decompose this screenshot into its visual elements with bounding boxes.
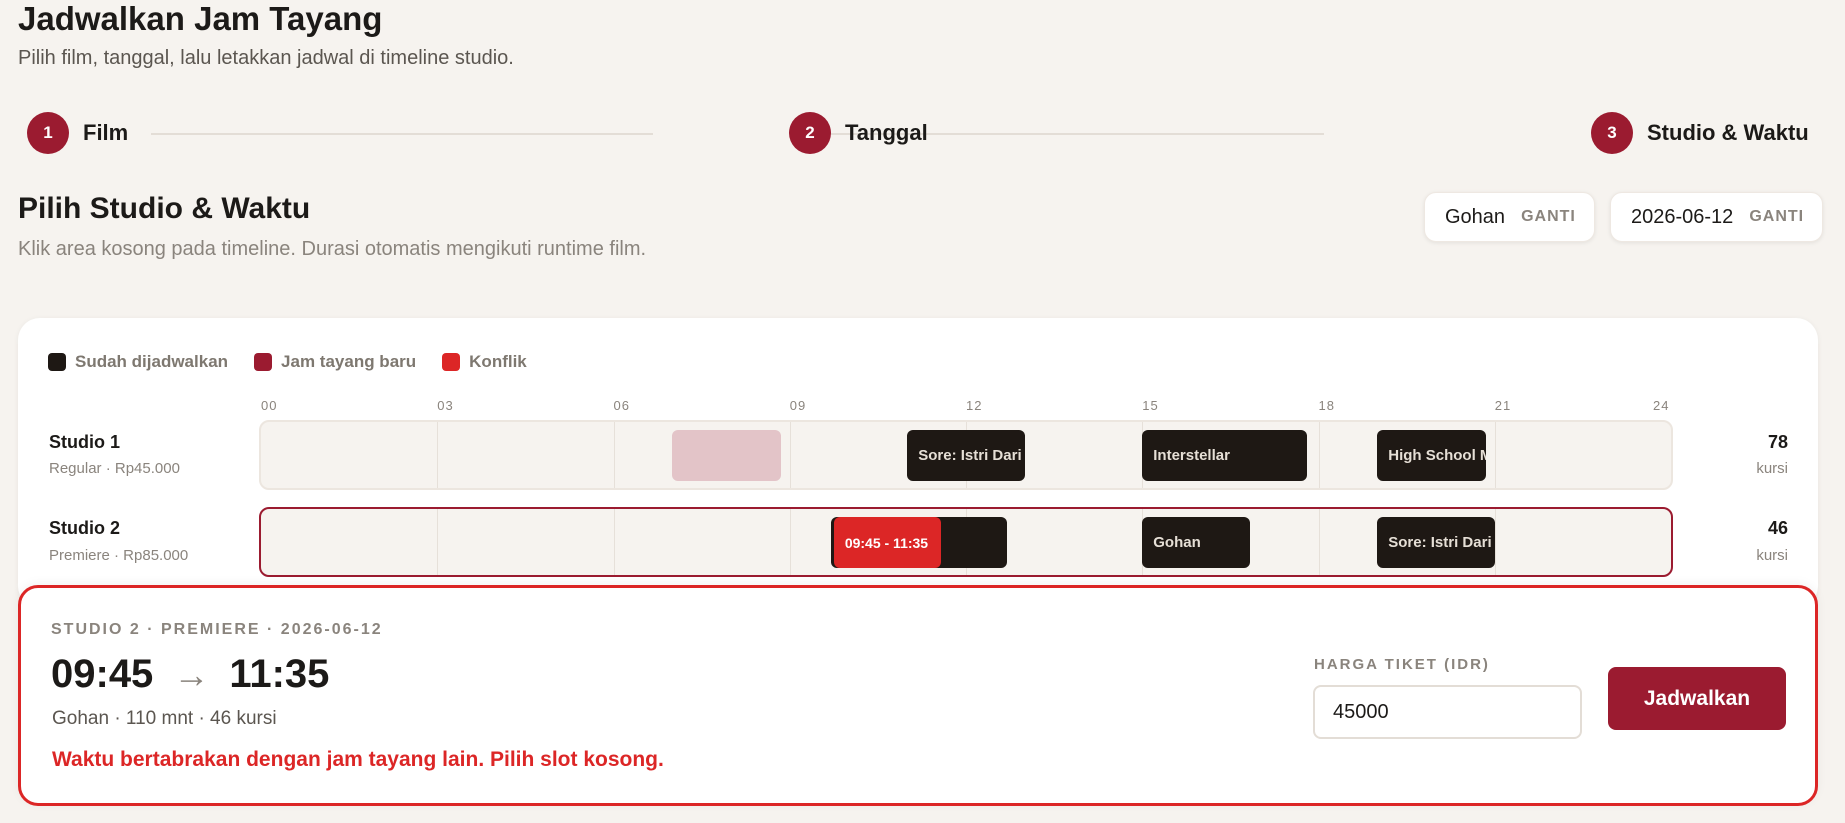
step-label: Film — [83, 120, 129, 145]
legend-label: Konflik — [469, 352, 527, 371]
panel-eyebrow: STUDIO 2 · PREMIERE · 2026-06-12 — [51, 621, 383, 638]
timeline-gridline — [613, 422, 615, 488]
new-showtime-preview[interactable] — [672, 430, 781, 481]
film-chip-value: Gohan — [1445, 205, 1506, 228]
stepper: 1 Film 2 Tanggal 3 Studio & Waktu — [27, 112, 1812, 154]
schedule-button[interactable]: Jadwalkan — [1608, 667, 1786, 730]
step-label: Studio & Waktu — [1647, 120, 1809, 145]
change-film-button[interactable]: GANTI — [1521, 208, 1576, 226]
legend-item-new: Jam tayang baru — [254, 352, 416, 372]
step-number: 1 — [27, 112, 69, 154]
hour-tick-label: 06 — [613, 398, 630, 413]
change-date-button[interactable]: GANTI — [1749, 208, 1804, 226]
studio-1-name: Studio 1 — [49, 432, 120, 452]
page-subtitle: Pilih film, tanggal, lalu letakkan jadwa… — [18, 47, 514, 69]
studio-2-seats: 46 — [1767, 518, 1788, 538]
step-connector — [151, 133, 653, 135]
studio-2-seats-unit: kursi — [1756, 547, 1788, 564]
hour-tick-label: 15 — [1142, 398, 1159, 413]
legend: Sudah dijadwalkan Jam tayang baru Konfli… — [48, 352, 527, 372]
studio-2-timeline[interactable]: Frozen 2GohanSore: Istri Dari Masa Depan… — [259, 507, 1673, 577]
scheduled-showtime[interactable]: Gohan — [1142, 517, 1250, 568]
price-label: HARGA TIKET (IDR) — [1314, 656, 1490, 673]
hour-tick-label: 12 — [966, 398, 983, 413]
step-number: 2 — [789, 112, 831, 154]
timeline-gridline — [1494, 422, 1496, 488]
timeline-gridline — [613, 509, 615, 575]
hour-tick-label: 24 — [1653, 398, 1670, 413]
start-time: 09:45 — [51, 652, 154, 696]
hour-tick-label: 00 — [261, 398, 278, 413]
timeline-gridline — [789, 422, 791, 488]
section-subtitle: Klik area kosong pada timeline. Durasi o… — [18, 238, 647, 260]
timeline-gridline — [1318, 509, 1320, 575]
legend-swatch — [442, 353, 461, 371]
legend-label: Jam tayang baru — [281, 352, 417, 371]
panel-meta: Gohan · 110 mnt · 46 kursi — [52, 708, 277, 729]
legend-item-conflict: Konflik — [442, 352, 527, 372]
step-date[interactable]: 2 Tanggal — [789, 112, 928, 154]
time-range: 09:45 → 11:35 — [51, 652, 329, 697]
studio-1-meta: Regular · Rp45.000 — [49, 460, 180, 477]
timeline-card: Sudah dijadwalkan Jam tayang baru Konfli… — [18, 318, 1818, 608]
studio-1-seats-unit: kursi — [1756, 460, 1788, 477]
conflict-showtime[interactable]: 09:45 - 11:35 — [833, 517, 942, 568]
conflict-error-message: Waktu bertabrakan dengan jam tayang lain… — [52, 748, 664, 771]
hour-tick-label: 21 — [1494, 398, 1512, 413]
schedule-panel: STUDIO 2 · PREMIERE · 2026-06-12 09:45 →… — [18, 585, 1818, 806]
arrow-right-icon: → — [173, 653, 210, 695]
legend-label: Sudah dijadwalkan — [75, 352, 229, 371]
scheduled-showtime[interactable]: Sore: Istri Dari Masa Depan — [1377, 517, 1495, 568]
scheduled-showtime[interactable]: High School Musical — [1377, 430, 1486, 481]
step-label: Tanggal — [845, 120, 928, 145]
legend-swatch — [48, 353, 66, 371]
timeline-gridline — [1494, 509, 1496, 575]
studio-2-name: Studio 2 — [49, 518, 120, 538]
date-chip: 2026-06-12 GANTI — [1610, 192, 1824, 242]
timeline-gridline — [437, 509, 439, 575]
step-number: 3 — [1591, 112, 1633, 154]
timeline-gridline — [789, 509, 791, 575]
step-film[interactable]: 1 Film — [27, 112, 128, 154]
page-title: Jadwalkan Jam Tayang — [18, 0, 383, 37]
scheduled-showtime[interactable]: Interstellar — [1142, 430, 1307, 481]
scheduled-showtime[interactable]: Sore: Istri Dari Masa Depan — [907, 430, 1025, 481]
hour-tick-label: 18 — [1318, 398, 1335, 413]
price-input[interactable] — [1313, 685, 1582, 739]
studio-1-seats: 78 — [1767, 432, 1788, 452]
film-chip: Gohan GANTI — [1424, 192, 1595, 242]
section-title: Pilih Studio & Waktu — [18, 192, 311, 225]
date-chip-value: 2026-06-12 — [1631, 205, 1734, 228]
studio-2-meta: Premiere · Rp85.000 — [49, 547, 189, 564]
studio-1-timeline[interactable]: Sore: Istri Dari Masa Depan Interstellar H… — [259, 420, 1673, 490]
hour-tick-label: 03 — [437, 398, 454, 413]
timeline-gridline — [1318, 422, 1320, 488]
hour-tick-label: 09 — [789, 398, 807, 413]
end-time: 11:35 — [229, 652, 330, 696]
legend-swatch — [254, 353, 273, 371]
step-studio-time[interactable]: 3 Studio & Waktu — [1591, 112, 1809, 154]
timeline-gridline — [437, 422, 439, 488]
legend-item-scheduled: Sudah dijadwalkan — [48, 352, 228, 372]
